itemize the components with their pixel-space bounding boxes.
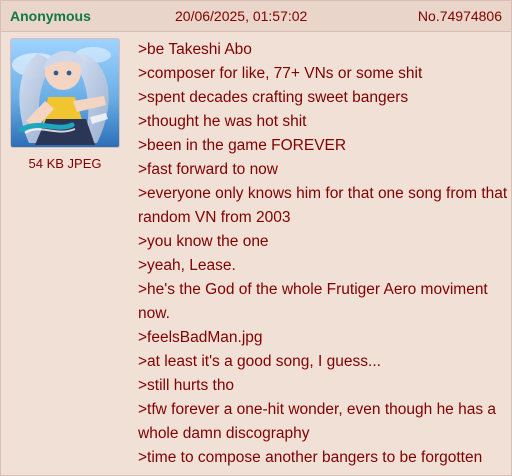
greentext-line: >feelsBadMan.jpg [138,329,263,346]
poster-name: Anonymous [10,8,91,24]
greentext-line: >everyone only knows him for that one so… [138,185,508,226]
greentext-line: >fast forward to now [138,161,278,178]
post-number-link[interactable]: No.74974806 [418,8,502,24]
greentext-line: >composer for like, 77+ VNs or some shit [138,65,423,82]
greentext-line: >spent decades crafting sweet bangers [138,89,409,106]
file-info: 54 KB JPEG [28,156,102,171]
anime-girl-thumbnail[interactable] [10,38,120,148]
post-message: >be Takeshi Abo >composer for like, 77+ V… [138,38,508,470]
greentext-line: >be Takeshi Abo [138,41,252,58]
greentext-line: >he's the God of the whole Frutiger Aero… [138,281,488,322]
greentext-line: >been in the game FOREVER [138,137,347,154]
greentext-line: >at least it's a good song, I guess... [138,353,381,370]
post-date: 20/06/2025, 01:57:02 [175,8,308,24]
greentext-line: >yeah, Lease. [138,257,236,274]
post-header: Anonymous 20/06/2025, 01:57:02 No.749748… [1,1,511,32]
greentext-line: >time to compose another bangers to be f… [138,449,483,466]
greentext-line: >thought he was hot shit [138,113,307,130]
greentext-line: >you know the one [138,233,269,250]
reply-post: Anonymous 20/06/2025, 01:57:02 No.749748… [0,0,512,476]
greentext-line: >tfw forever a one-hit wonder, even thou… [138,401,497,442]
greentext-line: >still hurts tho [138,377,235,394]
